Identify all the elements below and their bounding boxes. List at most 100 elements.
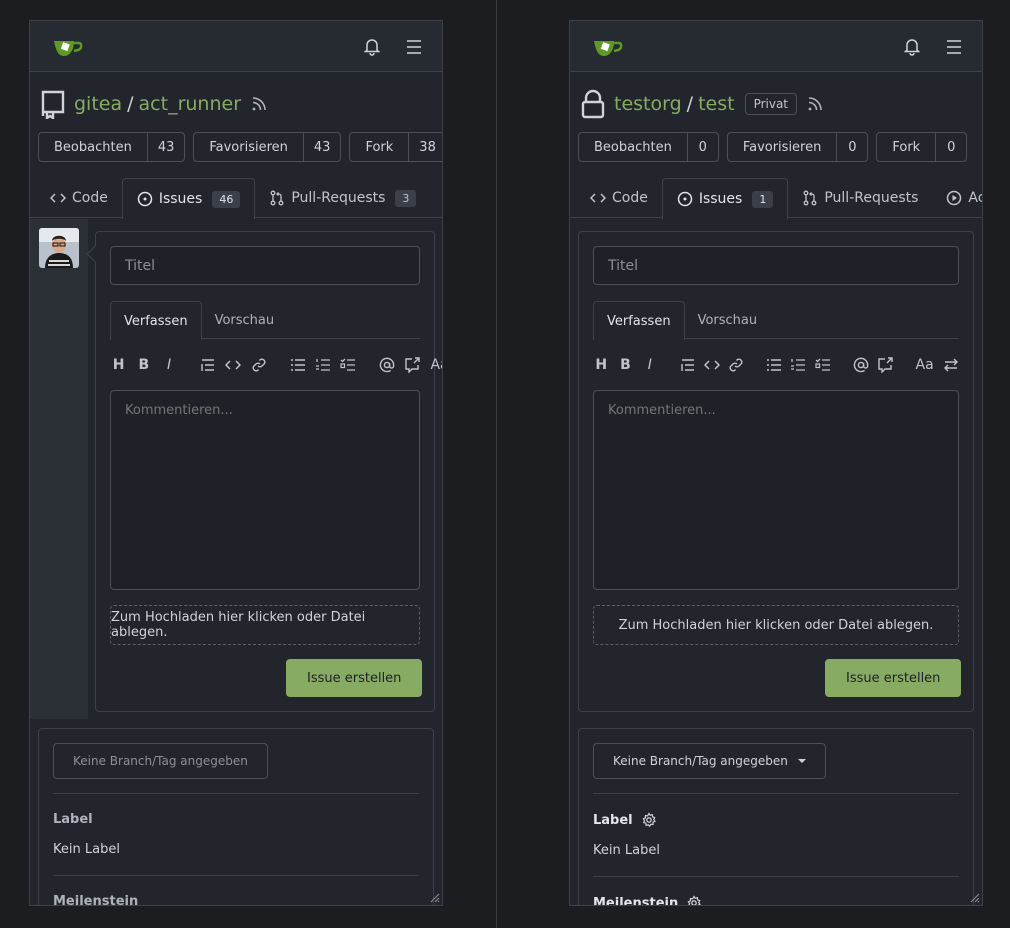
tab-pull-requests[interactable]: Pull-Requests 3 [255,178,430,218]
tab-preview[interactable]: Vorschau [202,301,288,339]
star-count[interactable]: 0 [837,140,867,155]
link-icon[interactable] [250,356,267,374]
watch-button[interactable]: Beobachten 0 [578,132,719,162]
quote-icon[interactable] [679,356,695,374]
mention-icon[interactable] [379,356,396,374]
tab-code[interactable]: Code [30,178,122,218]
tab-actions-label: Actio [968,190,982,206]
user-avatar[interactable] [39,228,79,268]
watch-count[interactable]: 43 [148,140,185,155]
issue-sidebar: Keine Branch/Tag angegeben Label Kein La… [38,728,434,906]
task-list-icon[interactable] [340,356,357,374]
heading-icon[interactable]: H [110,356,127,374]
label-value: Kein Label [593,843,660,858]
comment-textarea[interactable] [593,390,959,590]
tab-issues-label: Issues [698,191,743,207]
italic-icon[interactable]: I [161,356,178,374]
ordered-list-icon[interactable] [790,356,806,374]
label-heading[interactable]: Label [53,812,93,827]
resize-handle-icon[interactable] [428,891,440,903]
cross-reference-icon[interactable] [404,356,421,374]
create-issue-button[interactable]: Issue erstellen [825,659,962,697]
milestone-heading[interactable]: Meilenstein [593,895,702,906]
watch-button[interactable]: Beobachten 43 [38,132,186,162]
rss-icon[interactable] [251,96,267,112]
link-icon[interactable] [728,356,744,374]
unordered-list-icon[interactable] [289,356,306,374]
fork-count[interactable]: 38 [409,140,442,155]
comment-textarea[interactable] [110,390,420,590]
tab-preview[interactable]: Vorschau [685,301,771,339]
unordered-list-icon[interactable] [766,356,782,374]
navbar [30,21,442,72]
repo-slash: / [686,93,694,115]
new-issue-form: Verfassen Vorschau H B I Aa Zum Hochlade… [86,231,442,712]
fork-button[interactable]: Fork 0 [876,132,968,162]
code-icon [50,193,66,203]
tab-issues-label: Issues [158,191,203,207]
tab-write[interactable]: Verfassen [593,301,685,340]
fork-button[interactable]: Fork 38 [349,132,442,162]
tab-actions[interactable] [430,178,442,218]
repo-owner-link[interactable]: testorg [614,93,682,115]
fork-label: Fork [350,133,410,161]
file-dropzone[interactable]: Zum Hochladen hier klicken oder Datei ab… [110,605,420,645]
repo-name-link[interactable]: test [698,93,735,115]
tab-write[interactable]: Verfassen [110,301,202,340]
milestone-heading-text: Meilenstein [53,894,139,906]
repo-name-link[interactable]: act_runner [139,93,241,115]
bold-icon[interactable]: B [135,356,152,374]
rss-icon[interactable] [807,96,823,112]
menu-icon[interactable] [944,37,964,57]
switch-editor-icon[interactable] [943,356,959,374]
italic-icon[interactable]: I [642,356,658,374]
repo-icon [41,90,65,119]
actions-icon [947,190,962,206]
menu-icon[interactable] [404,37,424,57]
bell-icon[interactable] [362,36,382,56]
tab-pull-requests-label: Pull-Requests [291,190,386,206]
gear-icon[interactable] [686,895,702,906]
label-heading[interactable]: Label [593,812,657,828]
issue-title-input[interactable] [593,246,959,285]
gitea-logo-icon[interactable] [52,36,84,58]
star-button[interactable]: Favorisieren 0 [726,132,869,162]
star-button[interactable]: Favorisieren 43 [193,132,342,162]
code-icon[interactable] [225,356,242,374]
watch-label: Beobachten [579,133,688,161]
heading-icon[interactable]: H [593,356,609,374]
gear-icon[interactable] [641,812,657,828]
file-dropzone[interactable]: Zum Hochladen hier klicken oder Datei ab… [593,605,959,645]
editor-tabs: Verfassen Vorschau [593,301,959,340]
dropdown-caret-icon [797,759,806,763]
mention-icon[interactable] [852,356,868,374]
label-value: Kein Label [53,842,120,857]
fork-count[interactable]: 0 [936,140,966,155]
milestone-heading[interactable]: Meilenstein [53,894,139,906]
watch-count[interactable]: 0 [688,140,718,155]
tab-issues[interactable]: Issues 46 [121,178,256,219]
quote-icon[interactable] [200,356,217,374]
tab-code[interactable]: Code [570,178,662,218]
create-issue-button[interactable]: Issue erstellen [286,659,423,697]
resize-handle-icon[interactable] [968,891,980,903]
tab-issues[interactable]: Issues 1 [661,178,789,219]
issue-title-input[interactable] [110,246,420,285]
font-size-icon[interactable]: Aa [915,356,935,374]
bell-icon[interactable] [902,36,922,56]
repo-owner-link[interactable]: gitea [74,93,122,115]
code-icon [590,193,606,203]
font-size-icon[interactable]: Aa [429,356,442,374]
task-list-icon[interactable] [815,356,831,374]
ordered-list-icon[interactable] [314,356,331,374]
bold-icon[interactable]: B [617,356,633,374]
star-count[interactable]: 43 [304,140,341,155]
tab-actions[interactable]: Actio [932,178,982,218]
cross-reference-icon[interactable] [877,356,893,374]
gitea-logo-icon[interactable] [592,36,624,58]
code-icon[interactable] [704,356,720,374]
branch-selector[interactable]: Keine Branch/Tag angegeben [593,743,826,779]
star-label: Favorisieren [194,133,304,161]
tab-pull-requests[interactable]: Pull-Requests [788,178,932,218]
branch-selector[interactable]: Keine Branch/Tag angegeben [53,743,268,779]
